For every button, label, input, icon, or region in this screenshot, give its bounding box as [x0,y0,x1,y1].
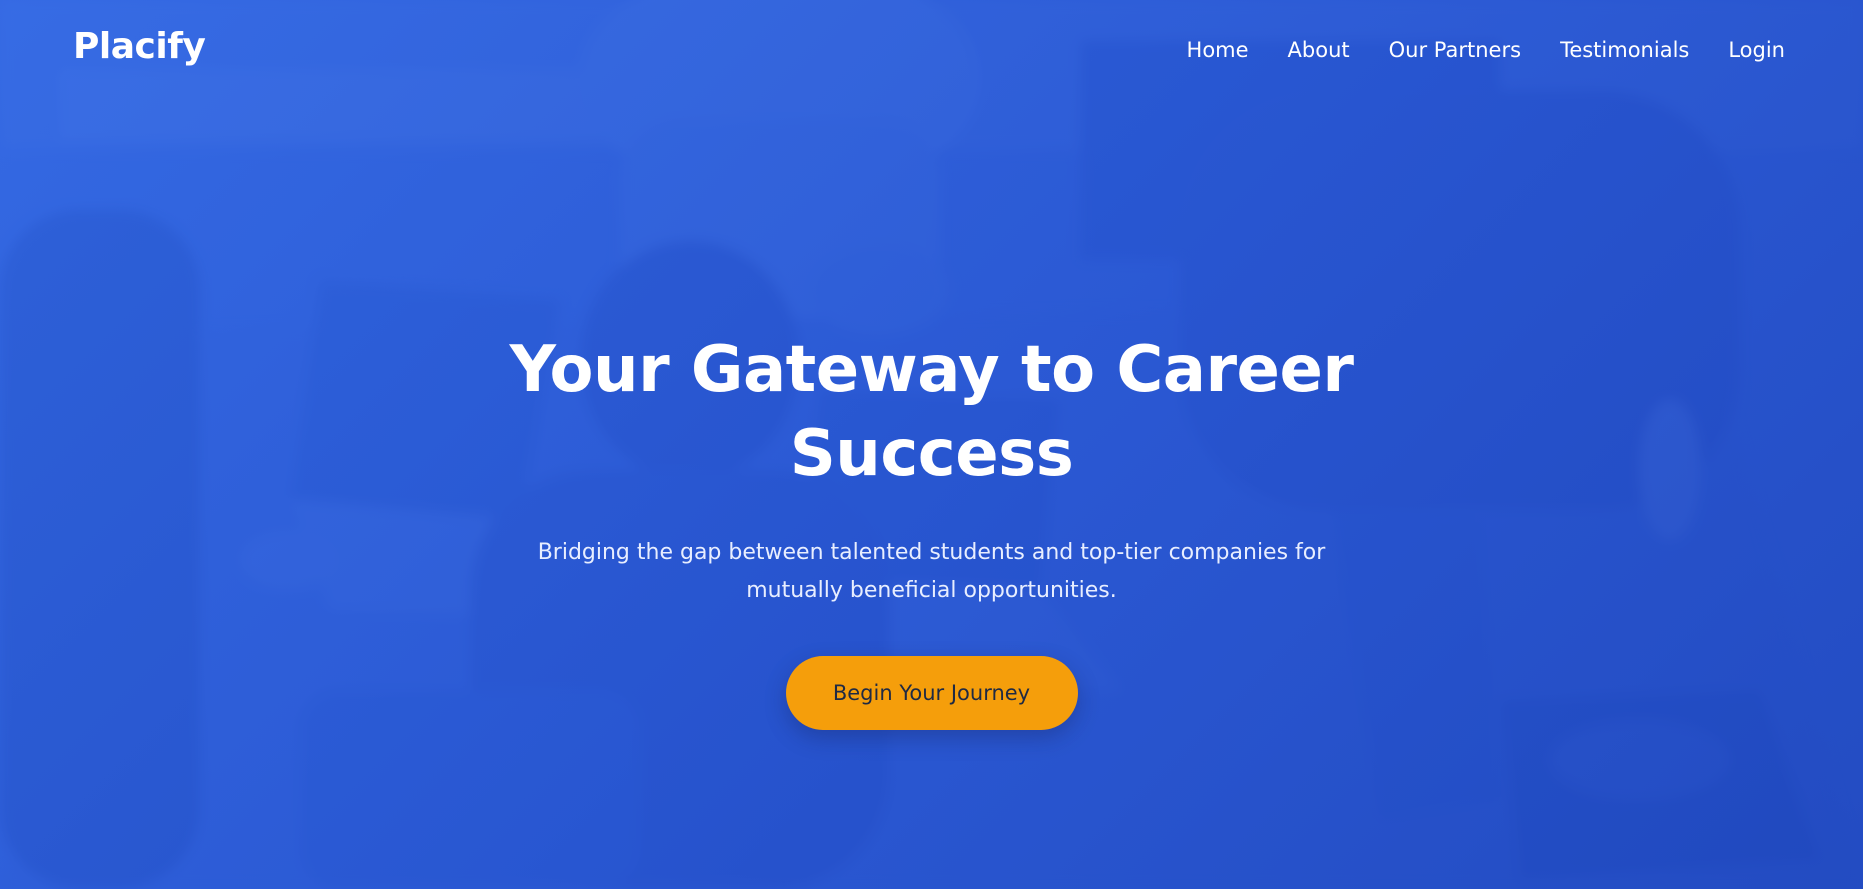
nav-link-login[interactable]: Login [1728,38,1785,62]
hero-headline: Your Gateway to Career Success [502,328,1362,496]
top-navigation-bar: Placify Home About Our Partners Testimon… [0,0,1863,104]
nav-link-our-partners[interactable]: Our Partners [1389,38,1521,62]
hero-content: Your Gateway to Career Success Bridging … [0,328,1863,730]
nav-link-testimonials[interactable]: Testimonials [1560,38,1689,62]
hero-subtext-line-2: mutually beneficial opportunities. [746,578,1117,603]
hero-subtext: Bridging the gap between talented studen… [532,534,1332,610]
brand-logo[interactable]: Placify [73,26,206,67]
hero-headline-line-1: Your Gateway to Career [509,333,1354,407]
nav-link-about[interactable]: About [1288,38,1350,62]
hero-subtext-line-1: Bridging the gap between talented studen… [537,540,1326,565]
main-nav: Home About Our Partners Testimonials Log… [1148,38,1785,62]
hero-section: Placify Home About Our Partners Testimon… [0,0,1863,889]
nav-link-home[interactable]: Home [1187,38,1249,62]
hero-headline-line-2: Success [789,417,1074,491]
begin-journey-button[interactable]: Begin Your Journey [785,656,1078,730]
